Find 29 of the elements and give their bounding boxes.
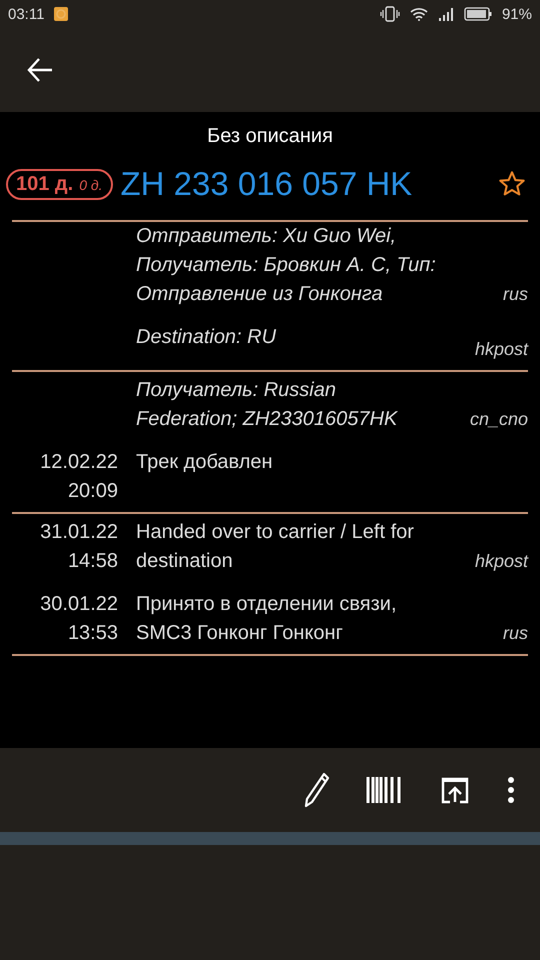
battery-icon [464, 7, 492, 21]
back-button[interactable] [26, 56, 54, 84]
battery-percent: 91% [502, 6, 532, 22]
vibrate-icon [380, 6, 400, 22]
event-source: cn_cno [470, 408, 528, 431]
event-description: Получатель: Russian Federation; ZH233016057HK [136, 378, 399, 432]
event-source: rus [502, 622, 528, 645]
edit-button[interactable] [304, 772, 330, 808]
share-button[interactable] [440, 776, 470, 804]
status-time: 03:11 [8, 6, 44, 22]
event-date: 12.02.22 20:09 [39, 450, 118, 504]
signal-icon [438, 7, 454, 21]
event-description: Трек добавлен [136, 450, 274, 475]
event-source: hkpost [474, 338, 528, 361]
days-badge: 101 д. 0 д. [6, 168, 112, 200]
notification-icon [54, 7, 68, 21]
event-description: Отправитель: Xu Guo Wei, Получатель: Бровкин А. С, Тип: Отправление из Гонконга [136, 224, 436, 307]
star-icon[interactable] [498, 170, 526, 198]
event-date: 30.01.22 13:53 [39, 592, 118, 646]
package-title: Без описания [206, 125, 334, 148]
event-description: Handed over to carrier / Left for destination [136, 520, 415, 574]
event-source: hkpost [474, 550, 528, 573]
wifi-icon [410, 7, 428, 21]
event-description: Destination: RU [136, 325, 278, 350]
event-source: rus [502, 283, 528, 306]
event-date: 31.01.22 14:58 [39, 520, 118, 574]
more-menu-button[interactable] [506, 776, 516, 804]
event-description: Принято в отделении связи, SMC3 Гонконг Гонконг [136, 592, 398, 646]
tracking-number: ZH 233 016 057 HK [120, 165, 414, 203]
